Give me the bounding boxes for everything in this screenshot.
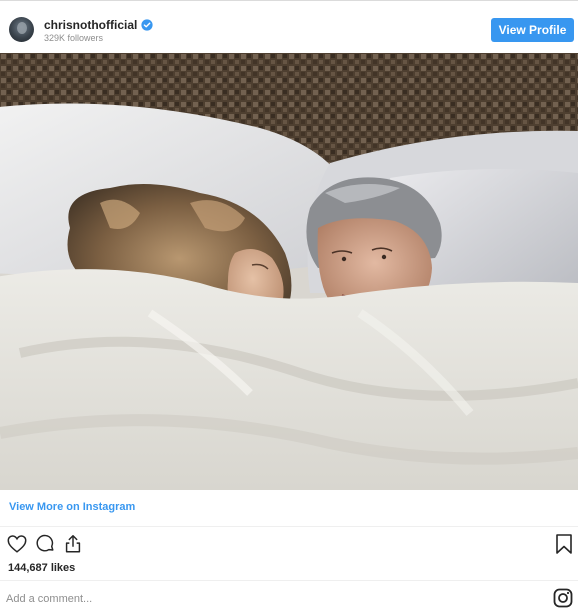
comment-input[interactable] — [6, 590, 406, 608]
view-more-link[interactable]: View More on Instagram — [9, 501, 135, 513]
comment-icon[interactable] — [34, 533, 56, 555]
comment-divider — [0, 580, 578, 581]
instagram-embed: chrisnothofficial 329K followers View Pr… — [0, 0, 578, 613]
post-photo[interactable] — [0, 53, 578, 490]
post-header: chrisnothofficial 329K followers View Pr… — [0, 1, 578, 53]
instagram-icon[interactable] — [553, 588, 573, 608]
photo-illustration — [0, 53, 578, 490]
username-row: chrisnothofficial — [44, 17, 153, 33]
follower-count: 329K followers — [44, 33, 104, 43]
username-link[interactable]: chrisnothofficial — [44, 18, 137, 32]
share-icon[interactable] — [62, 533, 84, 555]
action-bar — [6, 533, 84, 555]
avatar[interactable] — [9, 17, 34, 42]
like-count[interactable]: 144,687 likes — [8, 562, 75, 574]
avatar-face — [17, 22, 27, 34]
bookmark-icon[interactable] — [554, 533, 574, 555]
verified-badge-icon — [141, 19, 153, 31]
heart-icon[interactable] — [6, 533, 28, 555]
footer-divider — [0, 526, 578, 527]
view-profile-button[interactable]: View Profile — [491, 18, 574, 42]
